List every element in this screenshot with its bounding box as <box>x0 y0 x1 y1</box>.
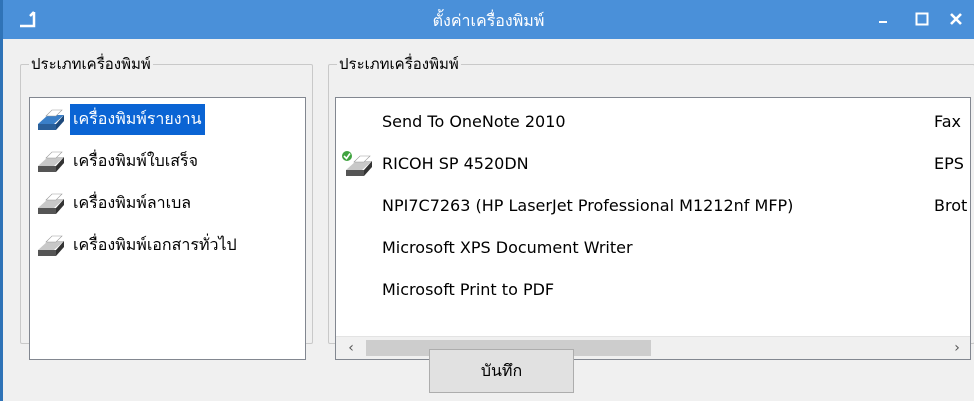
minimize-button[interactable] <box>869 6 899 32</box>
maximize-button[interactable] <box>907 6 937 32</box>
maximize-icon <box>915 12 929 26</box>
chevron-left-icon: ‹ <box>348 340 354 356</box>
category-item-report[interactable]: เครื่องพิมพ์รายงาน <box>34 103 205 135</box>
close-icon <box>950 13 962 25</box>
printer-icon <box>38 235 64 256</box>
printer-driver: Brot <box>934 196 968 215</box>
scroll-left-button[interactable]: ‹ <box>340 337 362 359</box>
printer-name: Microsoft Print to PDF <box>382 280 555 299</box>
printer-icon <box>38 193 64 214</box>
category-label: เครื่องพิมพ์เอกสารทั่วไป <box>73 234 237 254</box>
printer-icon <box>38 151 64 172</box>
printer-category-list[interactable]: เครื่องพิมพ์รายงาน เครื่องพิมพ์ใบเสร็จ เ… <box>29 97 306 360</box>
printer-row[interactable]: RICOH SP 4520DN EPS <box>336 148 970 180</box>
chevron-right-icon: › <box>954 340 960 356</box>
title-bar[interactable]: ตั้งค่าเครื่องพิมพ์ <box>3 0 974 39</box>
printer-name: Send To OneNote 2010 <box>382 112 566 131</box>
printer-driver: Fax <box>934 112 962 131</box>
printer-name: RICOH SP 4520DN <box>382 154 529 173</box>
printer-category-group: ประเภทเครื่องพิมพ์ เครื่องพิมพ์รายงาน เค… <box>20 52 313 360</box>
default-printer-icon <box>342 151 372 176</box>
category-item-label[interactable]: เครื่องพิมพ์ลาเบล <box>34 188 194 218</box>
category-label: เครื่องพิมพ์ลาเบล <box>73 192 192 212</box>
printer-list-group: ประเภทเครื่องพิมพ์ Send To OneNote 2010 … <box>328 52 974 360</box>
printer-row[interactable]: NPI7C7263 (HP LaserJet Professional M121… <box>336 190 970 222</box>
category-item-receipt[interactable]: เครื่องพิมพ์ใบเสร็จ <box>34 146 201 176</box>
printer-list-legend: ประเภทเครื่องพิมพ์ <box>339 55 459 73</box>
printer-icon <box>38 109 64 130</box>
printer-settings-window: ตั้งค่าเครื่องพิมพ์ ประเภทเครื่องพิมพ์ เ… <box>0 0 974 401</box>
scroll-right-button[interactable]: › <box>946 337 968 359</box>
window-title: ตั้งค่าเครื่องพิมพ์ <box>432 11 545 30</box>
printer-row[interactable]: Microsoft Print to PDF <box>336 274 970 306</box>
category-item-document[interactable]: เครื่องพิมพ์เอกสารทั่วไป <box>34 230 240 260</box>
printer-category-legend: ประเภทเครื่องพิมพ์ <box>31 55 151 73</box>
close-button[interactable] <box>941 6 971 32</box>
category-label: เครื่องพิมพ์ใบเสร็จ <box>73 150 198 170</box>
printer-driver: EPS <box>934 154 964 173</box>
printer-name: NPI7C7263 (HP LaserJet Professional M121… <box>382 196 794 215</box>
minimize-icon <box>879 21 887 23</box>
printer-name: Microsoft XPS Document Writer <box>382 238 633 257</box>
printer-row[interactable]: Send To OneNote 2010 Fax <box>336 106 970 138</box>
printer-list[interactable]: Send To OneNote 2010 Fax RICOH SP 4520DN… <box>335 97 971 360</box>
printer-row[interactable]: Microsoft XPS Document Writer <box>336 232 970 264</box>
category-label: เครื่องพิมพ์รายงาน <box>70 103 205 135</box>
save-button[interactable]: บันทึก <box>429 349 574 393</box>
